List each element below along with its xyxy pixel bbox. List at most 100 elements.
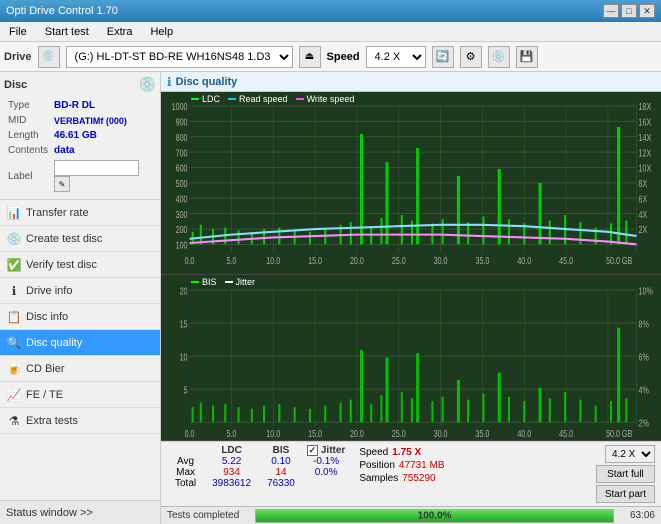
svg-text:5.0: 5.0 [226, 428, 236, 440]
drive-select[interactable]: (G:) HL-DT-ST BD-RE WH16NS48 1.D3 [66, 46, 293, 68]
svg-text:50.0 GB: 50.0 GB [606, 255, 632, 266]
quality-speed-dropdown[interactable]: 4.2 X [605, 445, 655, 463]
menu-start-test[interactable]: Start test [40, 24, 94, 40]
speed-select[interactable]: 4.2 X [366, 46, 426, 68]
sidebar-item-label-extra-tests: Extra tests [26, 415, 78, 427]
disc-quality-title: Disc quality [176, 76, 238, 88]
legend-write-speed: Write speed [296, 94, 355, 104]
speed-dropdown-btns: 4.2 X Start full Start part [596, 445, 655, 503]
sidebar-item-create-test-disc[interactable]: 💿Create test disc [0, 226, 160, 252]
svg-text:40.0: 40.0 [517, 255, 531, 266]
svg-text:25.0: 25.0 [392, 255, 406, 266]
disc-quality-header: ℹ Disc quality [161, 72, 661, 92]
svg-text:6X: 6X [639, 193, 648, 204]
sidebar-item-transfer-rate[interactable]: 📊 Transfer rate [0, 200, 160, 226]
sidebar-item-extra-tests[interactable]: ⚗Extra tests [0, 408, 160, 434]
svg-text:5.0: 5.0 [226, 255, 236, 266]
contents-label: Contents [6, 144, 50, 157]
svg-text:15.0: 15.0 [308, 428, 322, 440]
position-value: 47731 MB [399, 460, 445, 471]
svg-text:45.0: 45.0 [559, 255, 573, 266]
sidebar-item-label-drive-info: Drive info [26, 285, 72, 297]
sidebar-item-label-transfer-rate: Transfer rate [26, 207, 89, 219]
sidebar-item-label-verify-test-disc: Verify test disc [26, 259, 97, 271]
menu-file[interactable]: File [4, 24, 32, 40]
svg-text:30.0: 30.0 [434, 255, 448, 266]
speed-position-info: Speed 1.75 X Position 47731 MB Samples 7… [359, 447, 444, 484]
avg-ldc: 5.22 [204, 456, 259, 467]
menu-help[interactable]: Help [145, 24, 178, 40]
sidebar-item-fe-te[interactable]: 📈FE / TE [0, 382, 160, 408]
svg-text:35.0: 35.0 [475, 428, 489, 440]
jitter-label: Jitter [321, 445, 345, 456]
mid-value: VERBATIMf (000) [52, 114, 154, 127]
sidebar-item-disc-info[interactable]: 📋Disc info [0, 304, 160, 330]
speed-stat-label: Speed [359, 447, 388, 458]
total-label: Total [167, 478, 204, 489]
status-window-label: Status window >> [6, 507, 93, 519]
svg-text:1000: 1000 [172, 101, 188, 112]
maximize-button[interactable]: □ [621, 4, 637, 18]
svg-text:600: 600 [176, 163, 188, 174]
start-full-button[interactable]: Start full [596, 465, 655, 483]
minimize-button[interactable]: — [603, 4, 619, 18]
svg-text:40.0: 40.0 [517, 428, 531, 440]
max-label: Max [167, 467, 204, 478]
disc-info-icon: 📋 [6, 309, 22, 325]
charts-area: LDC Read speed Write speed [161, 92, 661, 441]
settings-button[interactable]: ⚙ [460, 46, 482, 68]
disc-button[interactable]: 💿 [488, 46, 510, 68]
avg-bis: 0.10 [259, 456, 303, 467]
svg-text:10X: 10X [639, 163, 652, 174]
length-value: 46.61 GB [52, 129, 154, 142]
sidebar-item-disc-quality[interactable]: 🔍Disc quality [0, 330, 160, 356]
svg-text:50.0 GB: 50.0 GB [606, 428, 632, 440]
sidebar-item-verify-test-disc[interactable]: ✅ Verify test disc [0, 252, 160, 278]
svg-text:8X: 8X [639, 178, 648, 189]
svg-text:400: 400 [176, 193, 188, 204]
create-test-disc-icon: 💿 [6, 231, 22, 247]
svg-text:10%: 10% [639, 285, 653, 297]
fe-te-icon: 📈 [6, 387, 22, 403]
svg-text:30.0: 30.0 [434, 428, 448, 440]
titlebar: Opti Drive Control 1.70 — □ ✕ [0, 0, 661, 22]
svg-text:20.0: 20.0 [350, 428, 364, 440]
col-jitter-check: ✓ Jitter [303, 445, 349, 456]
main-layout: Disc 💿 Type BD-R DL MID VERBATIMf (000) … [0, 72, 661, 524]
chart1-svg: 1000 900 800 700 600 500 400 300 200 100… [161, 92, 661, 274]
transfer-rate-icon: 📊 [6, 205, 22, 221]
eject-button[interactable]: ⏏ [299, 46, 321, 68]
total-bis: 76330 [259, 478, 303, 489]
close-button[interactable]: ✕ [639, 4, 655, 18]
col-header-bis: BIS [259, 445, 303, 456]
disc-label-btn[interactable]: ✎ [54, 176, 70, 192]
mid-label: MID [6, 114, 50, 127]
sidebar-item-label-cd-bier: CD Bier [26, 363, 65, 375]
legend-ldc: LDC [191, 94, 220, 104]
avg-label: Avg [167, 456, 204, 467]
drive-icon-btn[interactable]: 💿 [38, 46, 60, 68]
contents-value: data [52, 144, 154, 157]
disc-panel-icon: 💿 [139, 76, 156, 93]
jitter-checkbox[interactable]: ✓ [307, 445, 318, 456]
svg-text:200: 200 [176, 224, 188, 235]
svg-text:20: 20 [180, 285, 188, 297]
start-part-button[interactable]: Start part [596, 485, 655, 503]
cd-bier-icon: 🍺 [6, 361, 22, 377]
svg-text:4%: 4% [639, 384, 649, 396]
svg-text:35.0: 35.0 [475, 255, 489, 266]
max-bis: 14 [259, 467, 303, 478]
save-button[interactable]: 💾 [516, 46, 538, 68]
status-bar: Tests completed 100.0% 63:06 [161, 506, 661, 524]
svg-text:800: 800 [176, 132, 188, 143]
disc-info-table: Type BD-R DL MID VERBATIMf (000) Length … [4, 97, 156, 195]
status-window-button[interactable]: Status window >> [0, 500, 160, 524]
menu-extra[interactable]: Extra [102, 24, 138, 40]
refresh-button[interactable]: 🔄 [432, 46, 454, 68]
verify-test-disc-icon: ✅ [6, 257, 22, 273]
disc-label-input[interactable] [54, 160, 139, 176]
sidebar-item-cd-bier[interactable]: 🍺 CD Bier [0, 356, 160, 382]
status-text: Tests completed [167, 510, 239, 521]
sidebar-item-drive-info[interactable]: ℹDrive info [0, 278, 160, 304]
app-title: Opti Drive Control 1.70 [6, 5, 118, 17]
